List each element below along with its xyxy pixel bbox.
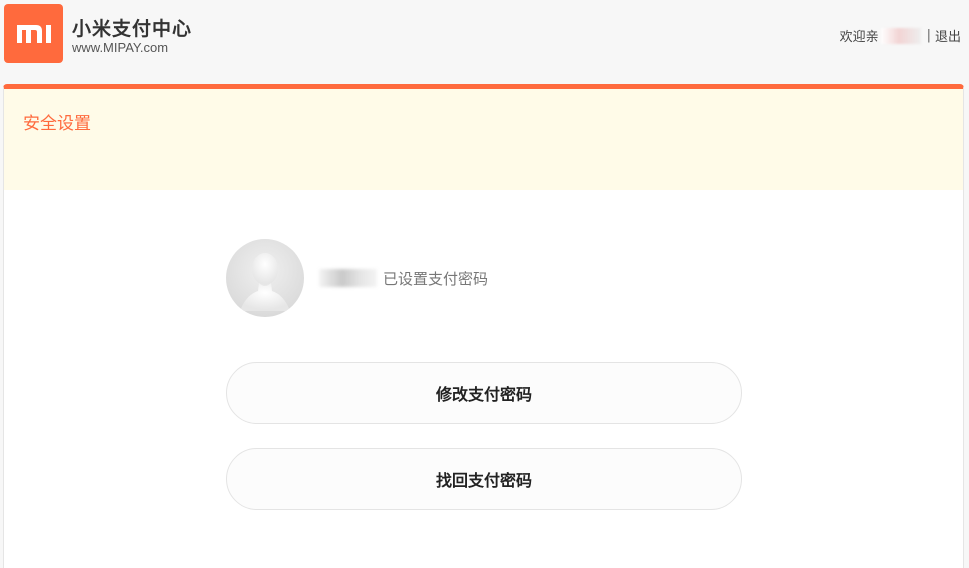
password-status: 已设置支付密码 [383, 269, 489, 288]
security-panel: 安全设置 已设置支付密码 修改支付密码 找回支付密码 [3, 84, 964, 568]
header: 小米支付中心 www.MIPAY.com 欢迎亲 | 退出 [0, 0, 969, 80]
panel-title: 安全设置 [23, 114, 91, 134]
logout-link[interactable]: 退出 [935, 26, 961, 45]
profile-row: 已设置支付密码 [226, 239, 488, 317]
username-redacted [880, 27, 921, 44]
welcome-text: 欢迎亲 [839, 30, 879, 45]
brand-title: 小米支付中心 [72, 18, 193, 40]
panel-header: 安全设置 [4, 89, 963, 190]
user-bar: 欢迎亲 | 退出 [840, 26, 961, 45]
mi-logo-icon[interactable] [4, 4, 63, 63]
change-password-button[interactable]: 修改支付密码 [226, 362, 742, 424]
account-name-redacted [319, 269, 377, 287]
separator: | [926, 28, 931, 43]
brand-url[interactable]: www.MIPAY.com [72, 40, 168, 55]
default-avatar-icon [226, 239, 304, 317]
recover-password-button[interactable]: 找回支付密码 [226, 448, 742, 510]
